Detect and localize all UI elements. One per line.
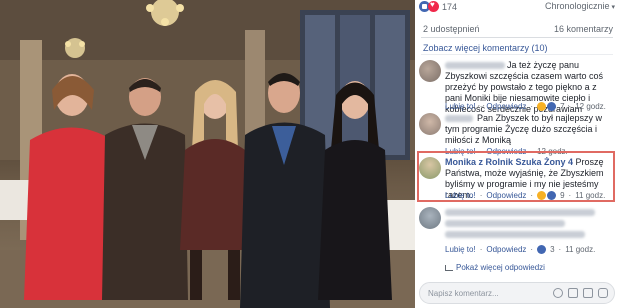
shares-link[interactable]: 2 udostępnień [423,24,480,34]
post-photo[interactable] [0,0,415,308]
comment-text: Pan Zbyszek to był najlepszy w tym progr… [445,113,603,145]
timestamp[interactable]: 11 godz. [575,191,605,200]
emoji-icon[interactable] [553,288,563,298]
comment-actions: Lubię to! · Odpowiedz · 3 · 11 godz. [445,245,596,254]
camera-icon[interactable] [568,288,578,298]
reply-arrow-icon [445,264,453,271]
avatar[interactable] [419,60,441,82]
comments-count-link[interactable]: 16 komentarzy [554,24,613,34]
reaction-count: 174 [442,1,458,12]
blurred-comment-line [445,231,585,238]
like-link[interactable]: Lubię to! [445,245,476,254]
like-reaction-icon [547,191,557,200]
reaction-count[interactable]: 3 [550,245,554,254]
like-reaction-icon [537,245,547,254]
reply-link[interactable]: Odpowiedz [486,102,526,111]
like-link[interactable]: Lubię to! [445,191,476,200]
more-replies-row[interactable]: Pokaż więcej odpowiedzi [445,263,545,272]
comment-input[interactable] [428,287,528,300]
reply-link[interactable]: Odpowiedz [486,191,526,200]
composer-tools [553,288,608,298]
comment-actions: Lubię to! · Odpowiedz · 9 · 11 godz. [445,191,606,200]
love-reaction-icon [428,0,439,12]
divider [421,37,613,38]
comment-actions: Lubię to! · Odpowiedz · 7 · 12 godz. [445,102,606,111]
sort-dropdown[interactable]: Chronologicznie [545,1,615,11]
reaction-count[interactable]: 9 [560,191,564,200]
divider [421,54,613,55]
like-link[interactable]: Lubię to! [445,102,476,111]
reply-link[interactable]: Odpowiedz [486,245,526,254]
reactions-summary[interactable]: 174 [419,0,458,12]
haha-reaction-icon [537,191,547,200]
like-reaction-icon [547,102,557,111]
sticker-icon[interactable] [598,288,608,298]
reactions-bar: 174 Chronologicznie [415,0,619,14]
comment-composer [419,282,615,304]
reaction-count[interactable]: 7 [560,102,564,111]
gif-icon[interactable] [583,288,593,298]
avatar[interactable] [419,113,441,135]
timestamp[interactable]: 12 godz. [575,102,606,111]
haha-reaction-icon [537,102,547,111]
more-comments-link[interactable]: Zobacz więcej komentarzy (10) [423,43,548,53]
blurred-comment-line [445,220,565,227]
more-replies-link[interactable]: Pokaż więcej odpowiedzi [456,263,545,272]
comments-panel: 174 Chronologicznie 2 udostępnień 16 kom… [415,0,619,308]
blurred-comment-line [445,209,595,216]
avatar[interactable] [419,207,441,229]
group-photo-illustration [0,0,415,308]
comment-author[interactable]: Monika z Rolnik Szuka Żony 4 [445,157,573,167]
avatar[interactable] [419,157,441,179]
timestamp[interactable]: 11 godz. [565,245,595,254]
